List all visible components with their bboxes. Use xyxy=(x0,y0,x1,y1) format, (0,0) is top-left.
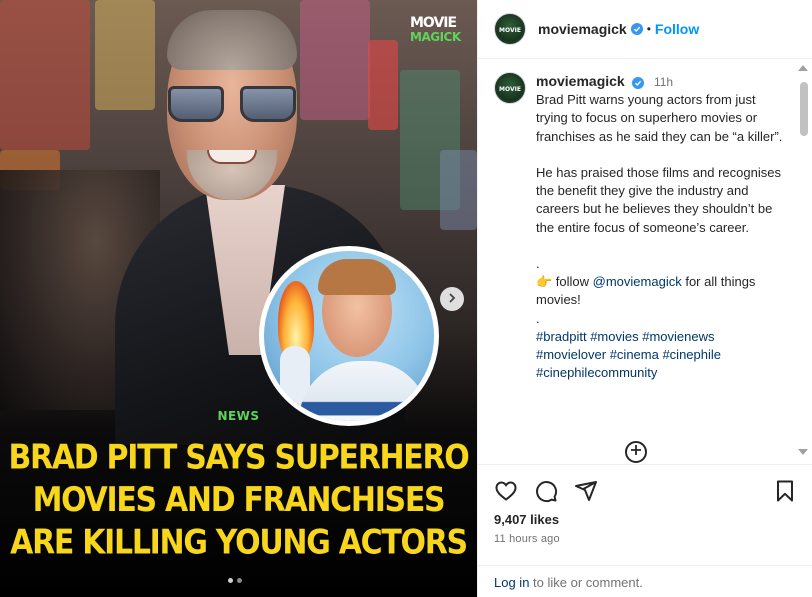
caption-dot-1: . xyxy=(536,256,540,271)
carousel-indicator xyxy=(228,578,242,583)
caption-username[interactable]: moviemagick xyxy=(536,73,625,89)
share-icon[interactable] xyxy=(574,479,598,503)
logo-bottom-text: MAGICK xyxy=(410,30,461,44)
caption-avatar[interactable]: MOVIE xyxy=(494,72,526,104)
scrollbar-thumb[interactable] xyxy=(800,82,808,136)
post-media[interactable]: MOVIE MAGICK NEWS BRAD PITT SAYS SUPERHE… xyxy=(0,0,477,597)
header-separator: • xyxy=(646,22,651,36)
heart-icon[interactable] xyxy=(494,479,518,503)
comment-icon[interactable] xyxy=(534,479,558,503)
post-headline: BRAD PITT SAYS SUPERHERO MOVIES AND FRAN… xyxy=(8,438,469,563)
post-actions: 9,407 likes 11 hours ago Log in to like … xyxy=(478,464,812,597)
caption-paragraph-1: Brad Pitt warns young actors from just t… xyxy=(536,92,783,144)
brand-logo: MOVIE MAGICK xyxy=(410,15,461,50)
post-header: MOVIE moviemagick • Follow xyxy=(478,0,812,59)
scroll-up-arrow[interactable] xyxy=(798,65,808,71)
caption-time[interactable]: 11h xyxy=(654,75,673,89)
carousel-dot xyxy=(237,578,242,583)
mention-link[interactable]: @moviemagick xyxy=(593,274,682,289)
post-timestamp[interactable]: 11 hours ago xyxy=(494,533,560,545)
login-prompt: Log in to like or comment. xyxy=(478,565,812,597)
login-text: to like or comment. xyxy=(529,575,643,590)
verified-icon xyxy=(630,23,643,35)
likes-count[interactable]: 9,407 likes xyxy=(494,512,559,527)
comments-area[interactable]: MOVIE moviemagick 11h Brad Pitt warns yo… xyxy=(478,60,812,464)
logo-top-text: MOVIE xyxy=(410,15,457,31)
caption-paragraph-2: He has praised those films and recognise… xyxy=(536,165,781,235)
follow-button[interactable]: Follow xyxy=(655,21,699,37)
avatar-text: MOVIE xyxy=(499,27,521,34)
avatar[interactable]: MOVIE xyxy=(494,13,526,45)
bookmark-icon[interactable] xyxy=(773,479,797,503)
header-username[interactable]: moviemagick xyxy=(538,21,627,37)
chevron-right-icon xyxy=(447,290,457,308)
inset-photo xyxy=(259,246,439,426)
hashtags[interactable]: #bradpitt #movies #movienews #movielover… xyxy=(536,328,784,383)
news-tag: NEWS xyxy=(217,409,260,423)
caption-dot-2: . xyxy=(536,310,540,326)
caption-body: moviemagick 11h Brad Pitt warns young ac… xyxy=(536,72,784,382)
caption-follow-line: 👉 follow @moviemagick for all things mov… xyxy=(536,274,756,308)
load-more-comments-button[interactable] xyxy=(625,441,647,463)
caption: MOVIE moviemagick 11h Brad Pitt warns yo… xyxy=(494,72,794,382)
carousel-dot-active xyxy=(228,578,233,583)
scroll-down-arrow[interactable] xyxy=(798,449,808,455)
add-comment-icon xyxy=(630,443,642,461)
verified-icon xyxy=(632,77,645,89)
login-link[interactable]: Log in xyxy=(494,575,529,590)
carousel-next-button[interactable] xyxy=(440,287,464,311)
post-side-panel: MOVIE moviemagick • Follow MOVIE moviema… xyxy=(477,0,812,597)
